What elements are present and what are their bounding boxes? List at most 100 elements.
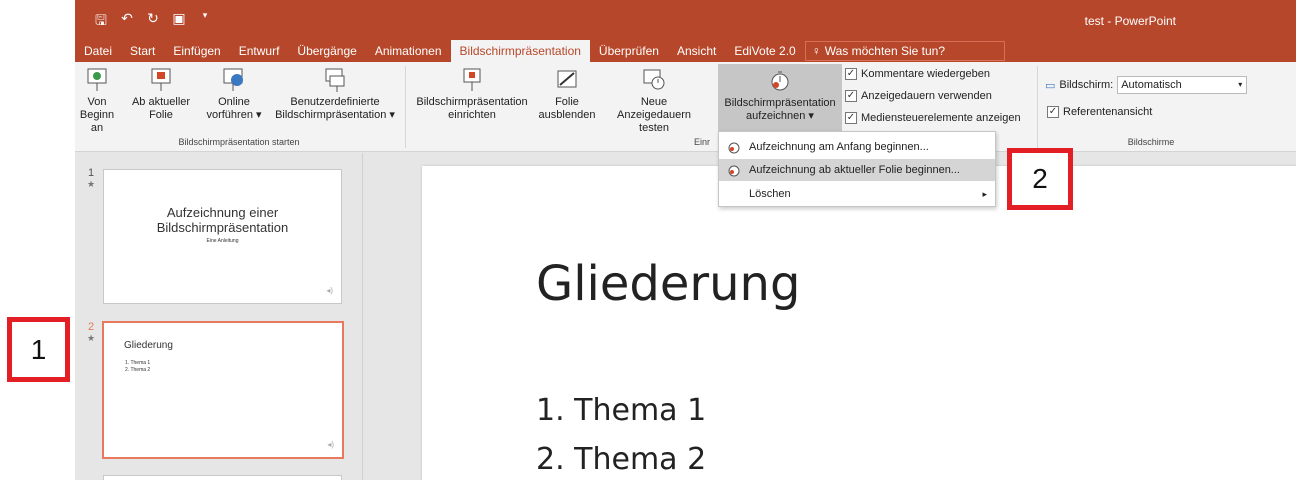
ribbon: Von Beginn an Ab aktueller Folie Online … — [75, 62, 1296, 152]
tab-einfuegen[interactable]: Einfügen — [164, 40, 229, 62]
checkbox-timings-box[interactable]: ✓ — [845, 90, 857, 102]
monitor-dropdown[interactable]: Automatisch ▾ — [1117, 76, 1248, 94]
tab-entwurf[interactable]: Entwurf — [230, 40, 289, 62]
present-online-button[interactable]: Online vorführen ▾ — [203, 66, 265, 122]
custom-slideshow-icon — [325, 68, 345, 92]
slide-thumbnail-2[interactable]: Gliederung 1. Thema 1 2. Thema 2 ◂) — [102, 321, 344, 459]
slide-item-2: 2. Thema 2 — [536, 442, 707, 477]
checkbox-media-controls[interactable]: ✓ Mediensteuerelemente anzeigen — [845, 112, 1021, 124]
checkbox-comments[interactable]: ✓ Kommentare wiedergeben — [845, 68, 990, 80]
thumb2-item-1: 1. Thema 1 — [125, 360, 151, 366]
from-current-slide-button[interactable]: Ab aktueller Folie — [131, 66, 191, 122]
setup-slideshow-button[interactable]: Bildschirmpräsentation einrichten — [409, 66, 535, 122]
monitor-label: Bildschirm: — [1059, 79, 1114, 91]
from-current-label-1: Ab aktueller — [131, 96, 191, 108]
thumb1-title-line1: Aufzeichnung einer — [166, 205, 279, 220]
custom-slideshow-label-2: Bildschirmpräsentation ▾ — [275, 109, 395, 121]
from-beginning-label-2: Beginn an — [79, 109, 115, 134]
record-slideshow-button[interactable]: Bildschirmpräsentation aufzeichnen ▾ — [718, 64, 842, 132]
slide-title: Gliederung — [536, 256, 801, 312]
record-dropdown-menu: Aufzeichnung am Anfang beginnen... Aufze… — [718, 131, 996, 207]
monitor-icon: ▭ — [1045, 79, 1056, 92]
checkbox-presenter-view-box[interactable]: ✓ — [1047, 106, 1059, 118]
checkbox-media-controls-box[interactable]: ✓ — [845, 112, 857, 124]
group-label-setup: Einr — [693, 137, 710, 147]
slide-thumbnail-1[interactable]: Aufzeichnung einer Bildschirmpräsentatio… — [103, 169, 342, 304]
checkbox-presenter-view[interactable]: ✓ Referentenansicht — [1047, 106, 1152, 118]
rehearse-label-1: Neue Anzeigedauern — [616, 96, 691, 121]
menu-record-from-current[interactable]: Aufzeichnung ab aktueller Folie beginnen… — [719, 159, 995, 181]
screenshot-root: 🖫 ↶ ↻ ▣ ▾ test - PowerPoint Datei Start … — [0, 0, 1296, 480]
tab-uebergaenge[interactable]: Übergänge — [288, 40, 365, 62]
checkbox-timings-label: Anzeigedauern verwenden — [861, 90, 992, 102]
slide-thumbnail-pane: 1 ★ Aufzeichnung einer Bildschirmpräsent… — [75, 153, 363, 480]
stopwatch-slide-icon — [643, 69, 665, 90]
ribbon-separator — [405, 66, 406, 148]
title-bar: 🖫 ↶ ↻ ▣ ▾ test - PowerPoint Datei Start … — [75, 0, 1296, 62]
checkbox-timings[interactable]: ✓ Anzeigedauern verwenden — [845, 90, 992, 102]
ribbon-tabs: Datei Start Einfügen Entwurf Übergänge A… — [75, 40, 1005, 62]
slide-number-2: 2 ★ — [85, 321, 97, 344]
ribbon-separator — [1037, 66, 1038, 148]
slideshow-current-icon — [151, 68, 171, 91]
checkbox-media-controls-label: Mediensteuerelemente anzeigen — [861, 112, 1021, 124]
slideshow-play-icon — [87, 68, 107, 91]
speaker-icon: ◂) — [326, 286, 333, 295]
menu-clear[interactable]: Löschen ▸ — [719, 183, 995, 205]
slide-canvas[interactable]: Gliederung 1. Thema 1 2. Thema 2 — [422, 166, 1296, 480]
tab-start[interactable]: Start — [121, 40, 164, 62]
thumb2-title: Gliederung — [124, 340, 173, 351]
menu-record-from-start-label: Aufzeichnung am Anfang beginnen... — [749, 141, 929, 153]
tab-ueberpruefen[interactable]: Überprüfen — [590, 40, 668, 62]
lightbulb-icon: ♀ — [811, 44, 821, 58]
animation-star-icon: ★ — [86, 179, 96, 189]
slide-number-2-text: 2 — [87, 321, 95, 333]
callout-2: 2 — [1007, 148, 1073, 210]
record-label-1: Bildschirmpräsentation — [724, 97, 836, 109]
thumb1-title-line2: Bildschirmpräsentation — [156, 220, 289, 235]
slide-number-1-text: 1 — [87, 167, 95, 179]
hide-slide-icon — [557, 70, 577, 88]
menu-record-from-start[interactable]: Aufzeichnung am Anfang beginnen... — [719, 136, 995, 158]
record-stopwatch-icon — [728, 142, 740, 154]
chevron-right-icon: ▸ — [982, 189, 987, 199]
tab-bildschirmpraesentation[interactable]: Bildschirmpräsentation — [450, 40, 590, 62]
chevron-down-icon: ▾ — [1238, 80, 1243, 89]
custom-slideshow-button[interactable]: Benutzerdefinierte Bildschirmpräsentatio… — [269, 66, 401, 122]
from-current-label-2: Folie — [149, 109, 173, 121]
slide-number-1: 1 ★ — [85, 167, 97, 190]
from-beginning-button[interactable]: Von Beginn an — [77, 66, 117, 135]
record-stopwatch-icon — [728, 165, 740, 177]
tell-me-box[interactable]: ♀ Was möchten Sie tun? — [804, 41, 1005, 61]
checkbox-comments-label: Kommentare wiedergeben — [861, 68, 991, 80]
presenter-view-label: Referentenansicht — [1063, 106, 1153, 118]
tab-ansicht[interactable]: Ansicht — [668, 40, 725, 62]
from-beginning-label-1: Von — [87, 96, 107, 108]
hide-slide-label-2: ausblenden — [538, 109, 596, 121]
present-online-label-1: Online — [218, 96, 250, 108]
callout-1: 1 — [7, 317, 70, 382]
tab-datei[interactable]: Datei — [75, 40, 121, 62]
menu-clear-label: Löschen — [749, 188, 791, 200]
monitor-value: Automatisch — [1121, 79, 1182, 91]
group-label-start: Bildschirmpräsentation starten — [178, 137, 300, 147]
custom-slideshow-label-1: Benutzerdefinierte — [290, 96, 380, 108]
tab-animationen[interactable]: Animationen — [366, 40, 451, 62]
checkbox-comments-box[interactable]: ✓ — [845, 68, 857, 80]
menu-record-from-current-label: Aufzeichnung ab aktueller Folie beginnen… — [749, 164, 960, 176]
hide-slide-button[interactable]: Folie ausblenden — [537, 66, 597, 122]
window-title: test - PowerPoint — [1084, 14, 1176, 28]
present-online-label-2: vorführen ▾ — [206, 109, 262, 121]
group-label-monitors: Bildschirme — [1127, 137, 1175, 147]
setup-slideshow-icon — [463, 68, 481, 91]
animation-star-icon: ★ — [86, 333, 96, 343]
slide-item-1: 1. Thema 1 — [536, 393, 707, 428]
thumb1-subtitle: Eine Anleitung — [206, 238, 239, 244]
rehearse-timings-button[interactable]: Neue Anzeigedauern testen — [603, 66, 705, 135]
monitor-selector: ▭ Bildschirm: Automatisch ▾ — [1045, 76, 1248, 94]
speaker-icon: ◂) — [327, 440, 334, 449]
slide-thumbnail-3[interactable] — [103, 475, 342, 480]
rehearse-label-2: testen — [639, 122, 669, 134]
record-label-2: aufzeichnen ▾ — [746, 110, 814, 122]
tab-edivote[interactable]: EdiVote 2.0 — [725, 40, 804, 62]
